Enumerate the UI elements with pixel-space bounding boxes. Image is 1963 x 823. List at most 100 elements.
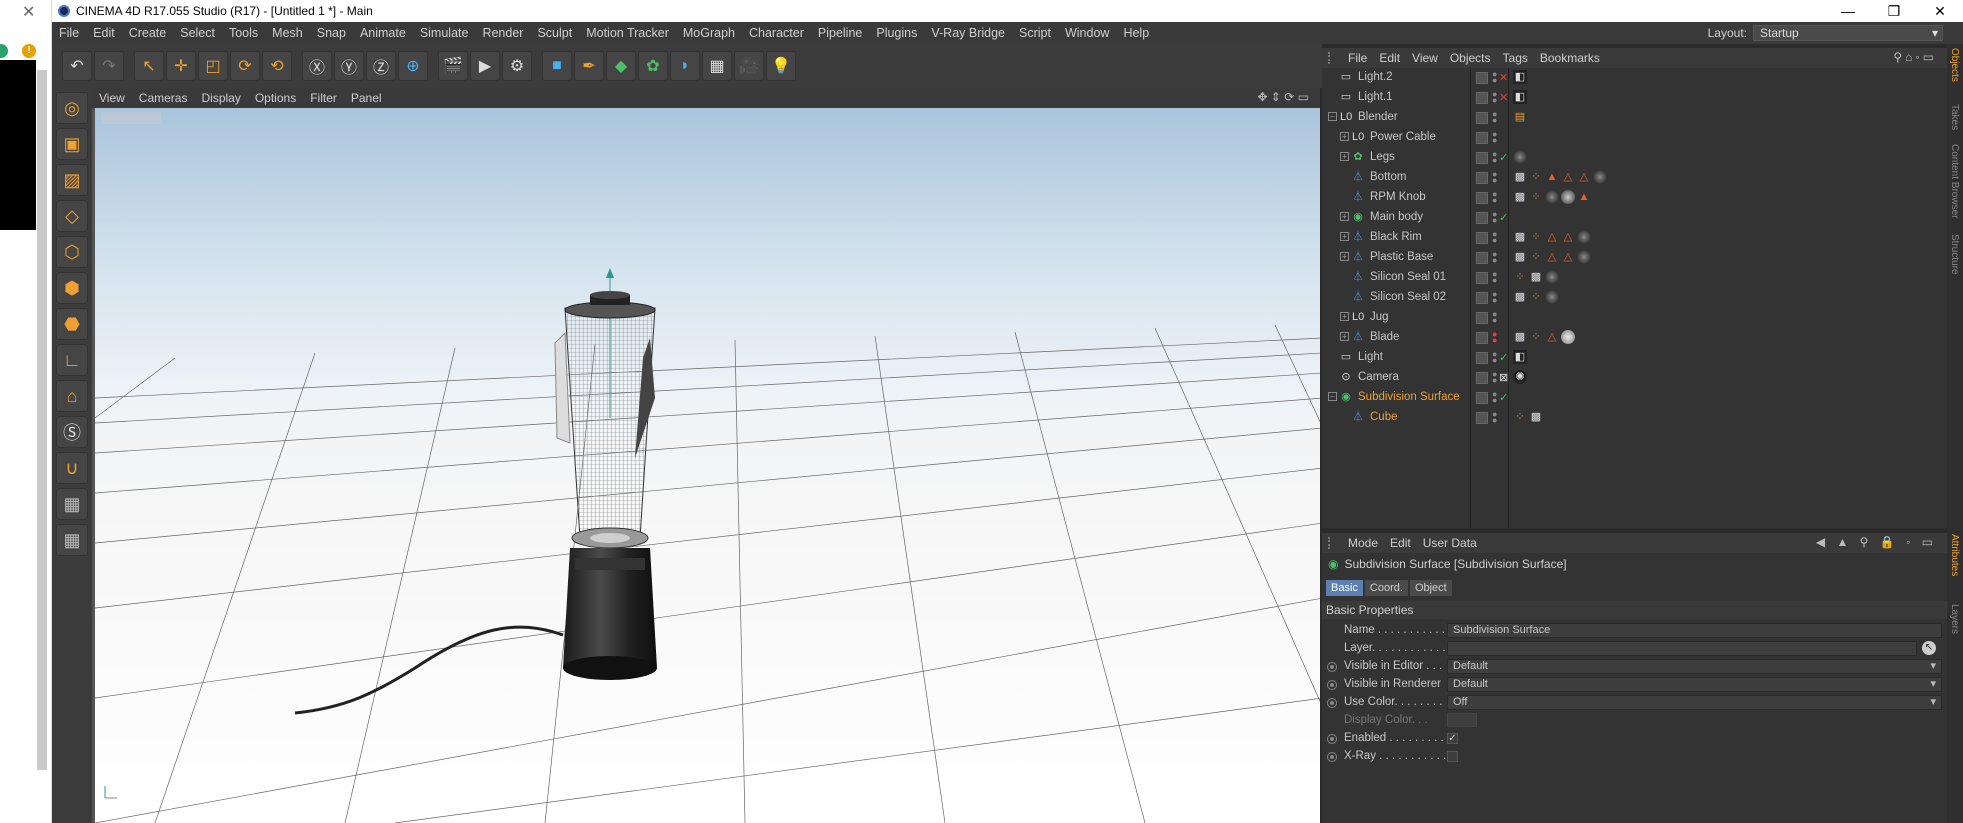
panel-grip[interactable] (1328, 537, 1342, 549)
obj-menu-objects[interactable]: Objects (1444, 51, 1497, 65)
collapse-icon[interactable]: − (1328, 112, 1337, 121)
triangle-tag-icon[interactable]: △ (1561, 170, 1575, 184)
triangle-tag-icon[interactable]: △ (1545, 230, 1559, 244)
selection-tag-icon[interactable]: ⁘ (1529, 170, 1543, 184)
menu-character[interactable]: Character (742, 26, 811, 40)
texture-tag-icon[interactable]: ▩ (1513, 290, 1527, 304)
visible-in-renderer-dropdown[interactable]: Default (1447, 677, 1942, 692)
obj-menu-bookmarks[interactable]: Bookmarks (1534, 51, 1606, 65)
viewport-menu-options[interactable]: Options (248, 91, 303, 105)
layer-picker-icon[interactable]: ↖ (1922, 641, 1936, 655)
deformer-icon[interactable]: ◗ (670, 51, 700, 81)
object-row-legs[interactable]: + ✿ Legs ● ● ✓ (1322, 148, 1947, 168)
material-tag-icon[interactable] (1561, 190, 1575, 204)
attr-menu-edit[interactable]: Edit (1384, 536, 1417, 550)
material-tag-icon[interactable] (1513, 150, 1527, 164)
magnet-icon[interactable]: ∪ (56, 452, 88, 484)
expand-icon[interactable]: + (1340, 252, 1349, 261)
display-color-swatch[interactable] (1447, 713, 1477, 727)
viewport-menu-cameras[interactable]: Cameras (132, 91, 195, 105)
light-icon[interactable]: 💡 (766, 51, 796, 81)
coordinate-system-icon[interactable]: ⊕ (398, 51, 428, 81)
visibility-dots[interactable]: ● ● (1492, 70, 1497, 85)
layer-toggle[interactable] (1476, 72, 1488, 84)
snap-icon[interactable]: Ⓢ (56, 416, 88, 448)
obj-menu-edit[interactable]: Edit (1373, 51, 1406, 65)
minimize-button[interactable]: — (1825, 0, 1871, 22)
obj-menu-file[interactable]: File (1342, 51, 1373, 65)
triangle-tag-icon[interactable]: ▲ (1577, 190, 1591, 204)
make-editable-icon[interactable]: ◎ (56, 92, 88, 124)
selection-tag-icon[interactable]: ⁘ (1529, 230, 1543, 244)
layer-toggle[interactable] (1476, 252, 1488, 264)
obj-menu-tags[interactable]: Tags (1497, 51, 1534, 65)
object-row-rpm-knob[interactable]: ⏃ RPM Knob ● ● ▩ ⁘ ▲ (1322, 188, 1947, 208)
menu-plugins[interactable]: Plugins (869, 26, 924, 40)
menu-script[interactable]: Script (1012, 26, 1058, 40)
floor-icon[interactable]: ▦ (702, 51, 732, 81)
vtab-content-browser[interactable]: Content Browser (1949, 144, 1960, 218)
viewport-menu-display[interactable]: Display (194, 91, 247, 105)
selection-tag-icon[interactable]: ⁘ (1529, 190, 1543, 204)
object-row-silicon-seal-02[interactable]: ⏃ Silicon Seal 02 ● ● ▩ ⁘ (1322, 288, 1947, 308)
texture-tag-icon[interactable]: ▩ (1513, 330, 1527, 344)
texture-tag-icon[interactable]: ▩ (1513, 190, 1527, 204)
tweak-mode-icon[interactable]: ⌂ (56, 380, 88, 412)
visibility-dots[interactable]: ● ● (1492, 190, 1497, 205)
vtab-objects[interactable]: Objects (1949, 48, 1960, 82)
visibility-dots[interactable]: ● ● (1492, 410, 1497, 425)
expand-icon[interactable]: + (1340, 212, 1349, 221)
menu-simulate[interactable]: Simulate (413, 26, 476, 40)
cube-primitive-icon[interactable]: ■ (542, 51, 572, 81)
layer-toggle[interactable] (1476, 212, 1488, 224)
subdivision-generator-icon[interactable]: ◆ (606, 51, 636, 81)
target-tag-icon[interactable]: ⊠ (1499, 371, 1508, 384)
object-row-black-rim[interactable]: + ⏃ Black Rim ● ● ▩ ⁘ △ △ (1322, 228, 1947, 248)
camera-icon[interactable]: 🎥 (734, 51, 764, 81)
undo-icon[interactable]: ↶ (62, 51, 92, 81)
xray-checkbox[interactable] (1447, 751, 1458, 762)
enabled-checkbox[interactable]: ✓ (1447, 733, 1458, 744)
tag-icon[interactable]: ◧ (1513, 90, 1527, 104)
object-row-bottom[interactable]: ⏃ Bottom ● ● ▩ ⁘ ▲ △ △ (1322, 168, 1947, 188)
selection-tag-icon[interactable]: ⁘ (1513, 410, 1527, 424)
layer-toggle[interactable] (1476, 352, 1488, 364)
object-row-blade[interactable]: + ⏃ Blade ● ● ▩ ⁘ △ (1322, 328, 1947, 348)
menu-edit[interactable]: Edit (86, 26, 122, 40)
layer-toggle[interactable] (1476, 232, 1488, 244)
selection-tag-icon[interactable]: ⁘ (1529, 330, 1543, 344)
layer-toggle[interactable] (1476, 192, 1488, 204)
selection-tag-icon[interactable]: ⁘ (1529, 290, 1543, 304)
grid-icon[interactable]: ▦ (56, 524, 88, 556)
edges-mode-icon[interactable]: ⬢ (56, 272, 88, 304)
enabled-check-icon[interactable]: ✓ (1499, 151, 1508, 164)
triangle-tag-icon[interactable]: △ (1561, 250, 1575, 264)
visibility-dots[interactable]: ● ● (1492, 350, 1497, 365)
power-cable[interactable] (294, 625, 564, 715)
expand-icon[interactable]: + (1340, 152, 1349, 161)
object-row-plastic-base[interactable]: + ⏃ Plastic Base ● ● ▩ ⁘ △ △ (1322, 248, 1947, 268)
expand-icon[interactable]: + (1340, 312, 1349, 321)
layer-toggle[interactable] (1476, 392, 1488, 404)
viewport-menu-view[interactable]: View (92, 91, 132, 105)
attr-menu-user-data[interactable]: User Data (1417, 536, 1483, 550)
selection-tag-icon[interactable]: ⁘ (1529, 250, 1543, 264)
texture-mode-icon[interactable]: ▨ (56, 164, 88, 196)
restore-button[interactable]: ❐ (1871, 0, 1917, 22)
vtab-takes[interactable]: Takes (1949, 104, 1960, 130)
texture-tag-icon[interactable]: ▩ (1529, 410, 1543, 424)
enabled-check-icon[interactable]: ✓ (1499, 391, 1508, 404)
visibility-dots[interactable]: ● ● (1492, 330, 1497, 345)
menu-pipeline[interactable]: Pipeline (811, 26, 869, 40)
workplane-mode-icon[interactable]: ◇ (56, 200, 88, 232)
layer-toggle[interactable] (1476, 412, 1488, 424)
layer-toggle[interactable] (1476, 272, 1488, 284)
vtab-attributes[interactable]: Attributes (1949, 534, 1960, 576)
visibility-dots[interactable]: ● ● (1492, 270, 1497, 285)
pen-spline-icon[interactable]: ✒ (574, 51, 604, 81)
triangle-tag-icon[interactable]: ▲ (1545, 170, 1559, 184)
texture-tag-icon[interactable]: ▩ (1513, 170, 1527, 184)
viewport-navigation-icons[interactable]: ✥ ⇕ ⟳ ▭ (1250, 90, 1316, 104)
visibility-dots[interactable]: ● ● (1492, 290, 1497, 305)
points-mode-icon[interactable]: ⬡ (56, 236, 88, 268)
